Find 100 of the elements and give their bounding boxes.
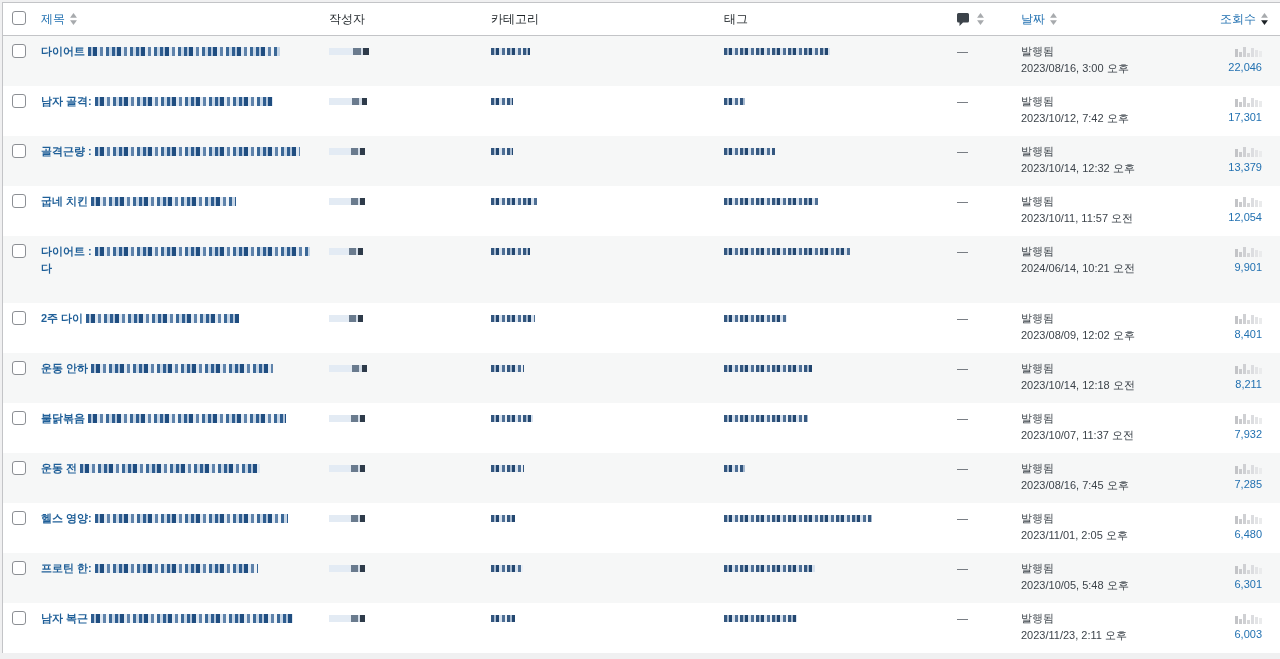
row-checkbox[interactable] (12, 194, 26, 208)
view-count: 7,932 (1234, 427, 1262, 442)
post-status: 발행됨 (1021, 361, 1055, 376)
blurred-text (491, 515, 515, 522)
sparkline-icon (1235, 47, 1262, 57)
post-title-link[interactable]: 남자 골격: (41, 93, 92, 110)
blurred-text (329, 148, 365, 155)
view-count: 13,379 (1228, 160, 1262, 175)
view-count: 6,480 (1234, 527, 1262, 542)
blurred-text (724, 98, 745, 105)
post-status: 발행됨 (1021, 244, 1055, 259)
post-title-link[interactable]: 불닭볶음 (41, 410, 85, 427)
row-checkbox[interactable] (12, 94, 26, 108)
comment-count: — (957, 612, 968, 624)
post-title-link[interactable]: 2주 다이 (41, 310, 84, 327)
row-checkbox[interactable] (12, 244, 26, 258)
column-header-link[interactable]: 조회수 (1220, 10, 1268, 28)
row-checkbox[interactable] (12, 411, 26, 425)
view-count: 12,054 (1228, 210, 1262, 225)
post-title-link[interactable]: 운동 전 (41, 460, 78, 477)
row-checkbox[interactable] (12, 461, 26, 475)
post-status: 발행됨 (1021, 461, 1055, 476)
comment-count: — (957, 512, 968, 524)
post-title-link[interactable]: 프로틴 한: (41, 560, 92, 577)
sparkline-icon (1235, 314, 1262, 324)
post-status: 발행됨 (1021, 94, 1055, 109)
post-date: 2024/06/14, 10:21 오전 (1021, 261, 1136, 276)
sparkline-icon (1235, 614, 1262, 624)
blurred-text (491, 315, 535, 322)
blurred-text (329, 615, 365, 622)
blurred-text (491, 615, 515, 622)
post-date: 2023/10/11, 11:57 오전 (1021, 211, 1135, 226)
blurred-text (491, 465, 524, 472)
comment-count: — (957, 195, 968, 207)
post-title-link[interactable]: 굽네 치킨 (41, 193, 89, 210)
blurred-text (724, 315, 787, 322)
post-title-link[interactable]: 골격근량 : (41, 143, 92, 160)
blurred-text (491, 98, 513, 105)
comment-count: — (957, 245, 968, 257)
comment-count: — (957, 462, 968, 474)
view-count: 6,301 (1234, 577, 1262, 592)
post-date: 2023/11/01, 2:05 오후 (1021, 528, 1129, 543)
post-date: 2023/10/05, 5:48 오후 (1021, 578, 1130, 593)
blurred-text (329, 315, 363, 322)
post-title-link[interactable]: 다이어트 (41, 43, 85, 60)
blurred-text (329, 515, 365, 522)
post-title-link[interactable]: 다 (41, 260, 52, 277)
blurred-text (329, 98, 367, 105)
post-status: 발행됨 (1021, 44, 1055, 59)
post-status: 발행됨 (1021, 311, 1055, 326)
column-header: 태그 (724, 12, 748, 27)
sparkline-icon (1235, 514, 1262, 524)
row-checkbox[interactable] (12, 511, 26, 525)
comment-count: — (957, 362, 968, 374)
select-all-checkbox[interactable] (12, 11, 26, 25)
comment-bubble-icon (957, 12, 969, 26)
sparkline-icon (1235, 97, 1262, 107)
view-count: 17,301 (1228, 110, 1262, 125)
view-count: 8,211 (1235, 377, 1262, 392)
blurred-text (491, 415, 533, 422)
post-date: 2023/11/23, 2:11 오후 (1021, 628, 1128, 643)
sparkline-icon (1235, 414, 1262, 424)
blurred-text (491, 565, 523, 572)
blurred-text (724, 148, 775, 155)
post-status: 발행됨 (1021, 611, 1055, 626)
blurred-text (329, 198, 365, 205)
post-date: 2023/10/14, 12:18 오전 (1021, 378, 1136, 393)
post-status: 발행됨 (1021, 561, 1055, 576)
post-title-link[interactable]: 운동 안하 (41, 360, 89, 377)
row-checkbox[interactable] (12, 44, 26, 58)
sparkline-icon (1235, 247, 1262, 257)
row-checkbox[interactable] (12, 311, 26, 325)
row-checkbox[interactable] (12, 361, 26, 375)
blurred-text (329, 565, 365, 572)
post-title-link[interactable]: 남자 복근 (41, 610, 89, 627)
view-count: 9,901 (1234, 260, 1262, 275)
post-title-link[interactable]: 다이어트 : (41, 243, 92, 260)
row-checkbox[interactable] (12, 611, 26, 625)
column-header-link[interactable]: 날짜 (1021, 10, 1057, 28)
post-title-link[interactable]: 헬스 영양: (41, 510, 92, 527)
comment-count: — (957, 145, 968, 157)
blurred-text (329, 248, 363, 255)
blurred-text (491, 365, 524, 372)
blurred-text (329, 365, 367, 372)
row-checkbox[interactable] (12, 561, 26, 575)
view-count: 7,285 (1234, 477, 1262, 492)
post-date: 2023/08/09, 12:02 오후 (1021, 328, 1136, 343)
row-checkbox[interactable] (12, 144, 26, 158)
comment-count: — (957, 95, 968, 107)
blurred-text (724, 465, 745, 472)
sparkline-icon (1235, 564, 1262, 574)
sparkline-icon (1235, 197, 1262, 207)
column-header: 작성자 (329, 12, 365, 27)
post-date: 2023/08/16, 3:00 오후 (1021, 61, 1130, 76)
post-status: 발행됨 (1021, 194, 1055, 209)
comments-sort-link[interactable] (957, 12, 984, 26)
column-header-link[interactable]: 제목 (41, 10, 77, 28)
comment-count: — (957, 312, 968, 324)
blurred-text (491, 148, 513, 155)
post-date: 2023/10/07, 11:37 오전 (1021, 428, 1135, 443)
